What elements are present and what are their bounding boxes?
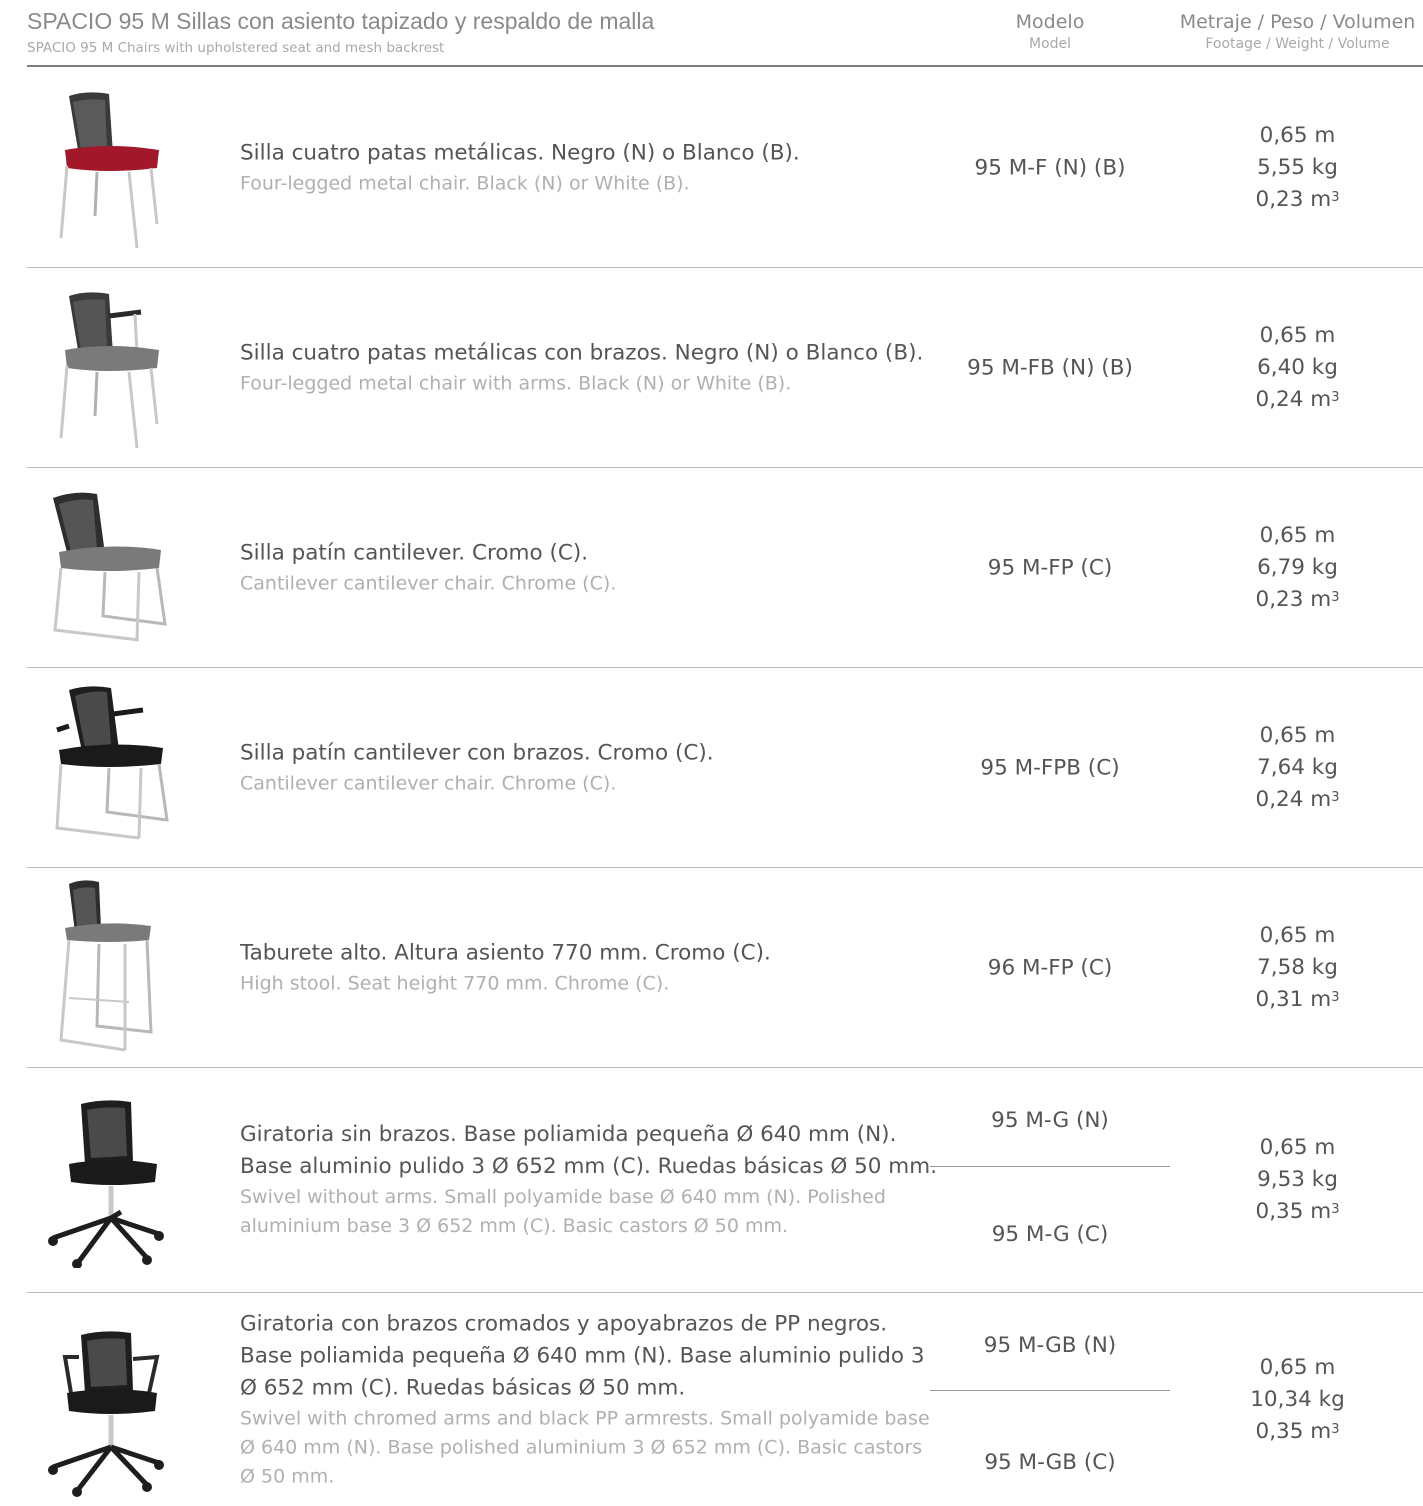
metrics-header-es: Metraje / Peso / Volumen xyxy=(1179,11,1416,33)
row-description: Silla cuatro patas metálicas con brazos.… xyxy=(240,337,940,398)
four-leg-chair-red-seat-icon xyxy=(39,88,179,253)
footage-value: 0,65 m xyxy=(1259,322,1336,348)
table-row: Giratoria con brazos cromados y apoyabra… xyxy=(27,1293,1423,1506)
table-header: SPACIO 95 M Sillas con asiento tapizado … xyxy=(0,0,1423,68)
model-code: 96 M-FP (C) xyxy=(987,955,1113,980)
volume-value: 0,35 m3 xyxy=(1255,1418,1340,1444)
weight-value: 7,58 kg xyxy=(1257,954,1338,980)
model-code: 95 M-FPB (C) xyxy=(980,755,1120,780)
model-column-header: Modelo Model xyxy=(930,11,1170,52)
model-header-en: Model xyxy=(1028,36,1072,52)
description-es: Silla cuatro patas metálicas. Negro (N) … xyxy=(240,140,800,165)
row-description: Giratoria sin brazos. Base poliamida peq… xyxy=(240,1119,940,1241)
model-code: 95 M-G (C) xyxy=(991,1222,1109,1247)
metrics-cell: 0,65 m 7,64 kg 0,24 m3 xyxy=(1172,720,1423,816)
description-en: Four-legged metal chair with arms. Black… xyxy=(240,372,792,394)
four-leg-chair-arms-icon xyxy=(39,288,179,453)
swivel-chair-icon xyxy=(39,1098,179,1268)
model-code: 95 M-FB (N) (B) xyxy=(967,355,1133,380)
description-en: Swivel with chromed arms and black PP ar… xyxy=(240,1407,930,1487)
description-en: High stool. Seat height 770 mm. Chrome (… xyxy=(240,972,670,994)
footage-value: 0,65 m xyxy=(1259,522,1336,548)
metrics-cell: 0,65 m 5,55 kg 0,23 m3 xyxy=(1172,120,1423,216)
table-row: Silla patín cantilever con brazos. Cromo… xyxy=(27,668,1423,868)
high-stool-icon xyxy=(39,878,179,1058)
volume-value: 0,24 m3 xyxy=(1255,786,1340,812)
footage-value: 0,65 m xyxy=(1259,1354,1336,1380)
volume-value: 0,35 m3 xyxy=(1255,1199,1340,1224)
description-en: Swivel without arms. Small polyamide bas… xyxy=(240,1186,886,1237)
volume-value: 0,23 m3 xyxy=(1255,186,1340,212)
row-description: Silla patín cantilever. Cromo (C). Canti… xyxy=(240,537,940,598)
description-es: Giratoria sin brazos. Base poliamida peq… xyxy=(240,1122,938,1179)
row-description: Silla cuatro patas metálicas. Negro (N) … xyxy=(240,137,940,198)
weight-value: 6,79 kg xyxy=(1257,554,1338,580)
header-rule xyxy=(27,65,1423,67)
model-divider xyxy=(930,1166,1170,1167)
table-row: Giratoria sin brazos. Base poliamida peq… xyxy=(27,1068,1423,1293)
weight-value: 6,40 kg xyxy=(1257,354,1338,380)
weight-value: 7,64 kg xyxy=(1257,754,1338,780)
swivel-chair-arms-icon xyxy=(39,1331,179,1501)
weight-value: 5,55 kg xyxy=(1257,154,1338,180)
page-title: SPACIO 95 M Sillas con asiento tapizado … xyxy=(27,8,655,34)
table-row: Silla cuatro patas metálicas con brazos.… xyxy=(27,268,1423,468)
metrics-cell: 0,65 m 6,40 kg 0,24 m3 xyxy=(1172,320,1423,416)
metrics-cell: 0,65 m 6,79 kg 0,23 m3 xyxy=(1172,520,1423,616)
weight-value: 10,34 kg xyxy=(1250,1386,1345,1412)
model-code: 95 M-G (N) xyxy=(991,1108,1109,1133)
metrics-cell: 0,65 m 7,58 kg 0,31 m3 xyxy=(1172,920,1423,1016)
volume-value: 0,23 m3 xyxy=(1255,586,1340,612)
model-code: 95 M-GB (N) xyxy=(983,1333,1117,1358)
row-description: Giratoria con brazos cromados y apoyabra… xyxy=(240,1308,940,1491)
volume-value: 0,31 m3 xyxy=(1255,986,1340,1012)
description-es: Silla cuatro patas metálicas con brazos.… xyxy=(240,340,924,365)
table-row: Taburete alto. Altura asiento 770 mm. Cr… xyxy=(27,868,1423,1068)
weight-value: 9,53 kg xyxy=(1257,1167,1338,1192)
row-description: Silla patín cantilever con brazos. Cromo… xyxy=(240,737,940,798)
description-en: Cantilever cantilever chair. Chrome (C). xyxy=(240,772,617,794)
table-row: Silla cuatro patas metálicas. Negro (N) … xyxy=(27,68,1423,268)
model-header-es: Modelo xyxy=(1015,11,1085,33)
metrics-header-en: Footage / Weight / Volume xyxy=(1205,36,1390,52)
metrics-cell: 0,65 m 10,34 kg 0,35 m3 xyxy=(1172,1352,1423,1448)
description-es: Taburete alto. Altura asiento 770 mm. Cr… xyxy=(240,940,771,965)
model-code: 95 M-FP (C) xyxy=(987,555,1113,580)
footage-value: 0,65 m xyxy=(1259,122,1336,148)
model-code: 95 M-F (N) (B) xyxy=(974,155,1126,180)
metrics-column-header: Metraje / Peso / Volumen Footage / Weigh… xyxy=(1172,11,1423,52)
model-code: 95 M-GB (C) xyxy=(984,1450,1116,1475)
model-divider xyxy=(930,1390,1170,1391)
metrics-cell: 0,65 m 9,53 kg 0,35 m3 xyxy=(1172,1132,1423,1228)
page-subtitle: SPACIO 95 M Chairs with upholstered seat… xyxy=(27,40,445,56)
cantilever-chair-arms-icon xyxy=(39,684,179,849)
volume-value: 0,24 m3 xyxy=(1255,386,1340,412)
cantilever-chair-icon xyxy=(39,490,179,650)
description-en: Cantilever cantilever chair. Chrome (C). xyxy=(240,572,617,594)
footage-value: 0,65 m xyxy=(1259,722,1336,748)
description-es: Silla patín cantilever. Cromo (C). xyxy=(240,540,589,565)
description-en: Four-legged metal chair. Black (N) or Wh… xyxy=(240,172,690,194)
footage-value: 0,65 m xyxy=(1259,922,1336,948)
footage-value: 0,65 m xyxy=(1259,1135,1336,1160)
row-description: Taburete alto. Altura asiento 770 mm. Cr… xyxy=(240,937,940,998)
description-es: Giratoria con brazos cromados y apoyabra… xyxy=(240,1311,925,1400)
description-es: Silla patín cantilever con brazos. Cromo… xyxy=(240,740,714,765)
table-row: Silla patín cantilever. Cromo (C). Canti… xyxy=(27,468,1423,668)
